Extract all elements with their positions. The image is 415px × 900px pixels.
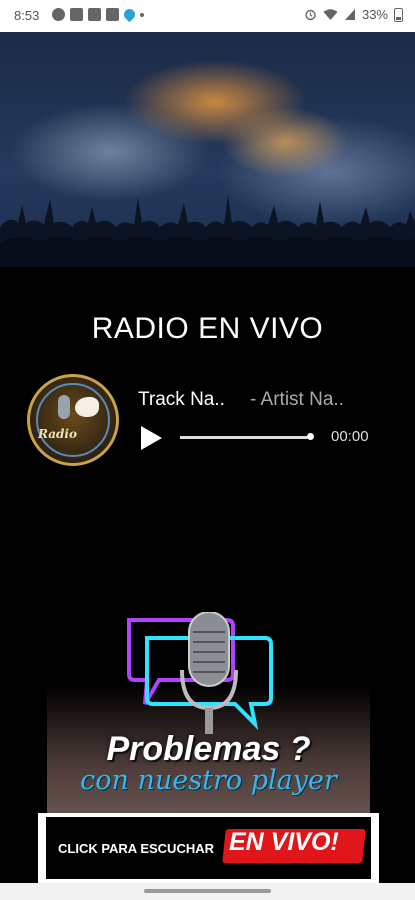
status-bar: 8:53 33% (0, 0, 415, 32)
notification-icons (52, 6, 144, 23)
gesture-navigation-bar (0, 883, 415, 900)
wifi-icon (323, 9, 338, 20)
logo-microphone-icon (58, 395, 70, 419)
home-gesture-pill[interactable] (144, 889, 271, 893)
section-title: RADIO EN VIVO (91, 312, 324, 345)
play-button[interactable] (138, 424, 164, 452)
gallery-icon (106, 8, 119, 21)
system-icons: 33% (304, 7, 403, 22)
battery-percent: 33% (361, 7, 388, 22)
status-time: 8:53 (14, 8, 40, 23)
alarm-icon (305, 9, 316, 21)
promo-subtitle: con nuestro player (80, 765, 337, 796)
logo-dove-icon (75, 397, 99, 417)
artist-name: - Artist Na.. (250, 389, 344, 410)
crowd-silhouette (0, 195, 415, 267)
m-icon (70, 8, 83, 21)
cta-badge-text: EN VIVO! (229, 828, 339, 856)
play-icon (141, 426, 162, 450)
battery-icon (394, 7, 403, 22)
logo-ring (36, 383, 110, 457)
progress-bar[interactable] (180, 436, 310, 439)
messenger-icon (52, 8, 65, 21)
signal-icon (344, 9, 355, 20)
progress-fill (180, 436, 308, 439)
concert-header-image (0, 32, 415, 267)
promo-banner[interactable]: Problemas ? con nuestro player (47, 612, 370, 822)
track-name: Track Na.. (138, 389, 225, 410)
promo-title: Problemas ? (106, 730, 311, 768)
station-logo: Radio (27, 374, 119, 466)
elapsed-time: 00:00 (331, 428, 369, 445)
more-dots-icon (140, 13, 144, 17)
cta-text: CLICK PARA ESCUCHAR (58, 841, 214, 856)
microphone-head-icon (188, 612, 230, 687)
cta-background: CLICK PARA ESCUCHAR EN VIVO! (46, 817, 371, 879)
facebook-icon (88, 8, 101, 21)
location-icon (121, 6, 138, 23)
logo-text: Radio (38, 427, 77, 441)
progress-thumb[interactable] (307, 433, 314, 440)
listen-live-banner[interactable]: CLICK PARA ESCUCHAR EN VIVO! (38, 813, 379, 883)
